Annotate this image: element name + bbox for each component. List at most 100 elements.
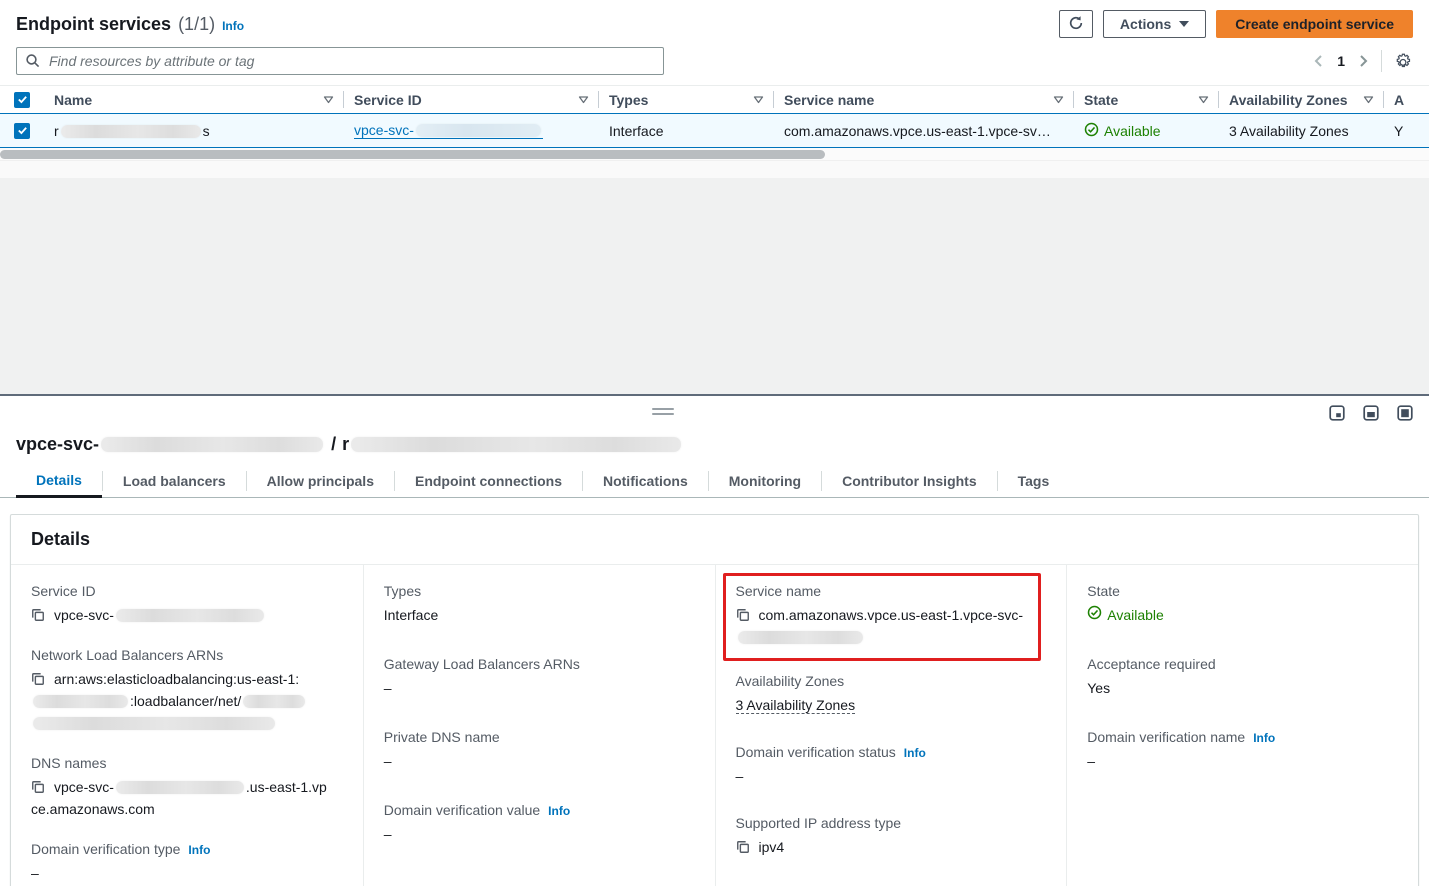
sort-icon[interactable] bbox=[1053, 94, 1064, 105]
row-checkbox[interactable] bbox=[14, 123, 30, 139]
column-header-availability-zones[interactable]: Availability Zones bbox=[1219, 86, 1384, 113]
details-column-1: Service ID vpce-svc- Network Load Balanc… bbox=[11, 565, 363, 886]
cell-name: rs bbox=[44, 123, 344, 139]
tab-load-balancers[interactable]: Load balancers bbox=[103, 465, 246, 497]
cell-availability-zones: 3 Availability Zones bbox=[1219, 123, 1384, 139]
field-domain-verification-name: Domain verification name Info – bbox=[1087, 729, 1398, 772]
split-panel-toolbar bbox=[0, 396, 1429, 434]
info-link[interactable]: Info bbox=[548, 804, 570, 818]
sort-icon[interactable] bbox=[1198, 94, 1209, 105]
search-input[interactable] bbox=[16, 47, 664, 75]
cell-acceptance-clipped: Y bbox=[1384, 123, 1429, 139]
field-label: Domain verification name bbox=[1087, 729, 1245, 745]
table-row[interactable]: rs vpce-svc- Interface com.amazonaws.vpc… bbox=[0, 113, 1429, 148]
column-header-types[interactable]: Types bbox=[599, 86, 774, 113]
create-label: Create endpoint service bbox=[1235, 16, 1394, 32]
tab-details[interactable]: Details bbox=[16, 465, 102, 498]
field-label: DNS names bbox=[31, 755, 106, 771]
field-label: Domain verification value bbox=[384, 802, 540, 818]
copy-icon[interactable] bbox=[736, 608, 750, 622]
field-label: Gateway Load Balancers ARNs bbox=[384, 656, 580, 672]
availability-zones-popover[interactable]: 3 Availability Zones bbox=[1229, 123, 1349, 139]
page-number[interactable]: 1 bbox=[1337, 53, 1345, 69]
redacted-text bbox=[351, 437, 681, 452]
sort-icon[interactable] bbox=[1363, 94, 1374, 105]
column-header-service-id[interactable]: Service ID bbox=[344, 86, 599, 113]
service-name-highlight-box: Service name com.amazonaws.vpce.us-east-… bbox=[723, 573, 1041, 661]
select-all-checkbox[interactable] bbox=[14, 92, 30, 108]
split-panel: vpce-svc-/r Details Load balancers Allow… bbox=[0, 394, 1429, 886]
previous-page-icon[interactable] bbox=[1313, 54, 1325, 68]
endpoint-services-section: Endpoint services (1/1) Info Actions Cre… bbox=[0, 0, 1429, 394]
table-footer-strip bbox=[0, 160, 1429, 178]
redacted-text bbox=[116, 609, 264, 622]
field-label: Private DNS name bbox=[384, 729, 500, 745]
field-label: Network Load Balancers ARNs bbox=[31, 647, 223, 663]
actions-button[interactable]: Actions bbox=[1103, 10, 1206, 38]
redacted-text bbox=[116, 781, 244, 794]
cell-state: Available bbox=[1074, 122, 1219, 140]
info-link[interactable]: Info bbox=[1253, 731, 1275, 745]
redacted-text bbox=[738, 631, 863, 644]
tab-endpoint-connections[interactable]: Endpoint connections bbox=[395, 465, 582, 497]
cell-service-name: com.amazonaws.vpce.us-east-1.vpce-sv… bbox=[774, 123, 1074, 139]
cell-types: Interface bbox=[599, 123, 774, 139]
field-label: Domain verification type bbox=[31, 841, 180, 857]
redacted-text bbox=[416, 124, 541, 137]
field-domain-verification-type: Domain verification type Info – bbox=[31, 841, 343, 884]
tab-tags[interactable]: Tags bbox=[998, 465, 1070, 497]
sort-icon[interactable] bbox=[753, 94, 764, 105]
field-state: State Available bbox=[1087, 583, 1398, 626]
horizontal-scrollbar-thumb[interactable] bbox=[0, 150, 825, 159]
search-icon bbox=[25, 53, 41, 74]
page-count: (1/1) bbox=[178, 14, 215, 35]
field-types: Types Interface bbox=[384, 583, 695, 626]
horizontal-scrollbar-track[interactable] bbox=[0, 148, 1429, 160]
page-header: Endpoint services (1/1) Info Actions Cre… bbox=[0, 0, 1429, 45]
field-gateway-load-balancers-arns: Gateway Load Balancers ARNs – bbox=[384, 656, 695, 699]
content-background bbox=[0, 178, 1429, 394]
table-toolbar: 1 bbox=[0, 45, 1429, 85]
field-domain-verification-value: Domain verification value Info – bbox=[384, 802, 695, 845]
tab-contributor-insights[interactable]: Contributor Insights bbox=[822, 465, 997, 497]
details-column-3: Service name com.amazonaws.vpce.us-east-… bbox=[715, 565, 1067, 886]
field-supported-ip-address-type: Supported IP address type ipv4 bbox=[736, 815, 1047, 858]
service-id-link[interactable]: vpce-svc- bbox=[354, 122, 543, 139]
column-header-service-name[interactable]: Service name bbox=[774, 86, 1074, 113]
tab-monitoring[interactable]: Monitoring bbox=[709, 465, 821, 497]
toolbar-divider bbox=[1381, 50, 1382, 72]
panel-size-medium-icon[interactable] bbox=[1363, 405, 1379, 426]
field-label: Types bbox=[384, 583, 421, 599]
sort-icon[interactable] bbox=[578, 94, 589, 105]
panel-size-large-icon[interactable] bbox=[1397, 405, 1413, 426]
copy-icon[interactable] bbox=[736, 840, 750, 854]
info-link[interactable]: Info bbox=[188, 843, 210, 857]
tab-notifications[interactable]: Notifications bbox=[583, 465, 708, 497]
split-panel-drag-handle[interactable] bbox=[652, 408, 674, 418]
refresh-button[interactable] bbox=[1059, 10, 1093, 38]
details-card-heading: Details bbox=[11, 515, 1418, 565]
sort-icon[interactable] bbox=[323, 94, 334, 105]
column-header-acceptance-clipped[interactable]: A bbox=[1384, 86, 1429, 113]
split-panel-title: vpce-svc-/r bbox=[0, 434, 1429, 455]
column-header-state[interactable]: State bbox=[1074, 86, 1219, 113]
panel-size-small-icon[interactable] bbox=[1329, 405, 1345, 426]
info-link[interactable]: Info bbox=[904, 746, 926, 760]
redacted-text bbox=[243, 695, 305, 708]
field-label: Service name bbox=[736, 583, 822, 599]
copy-icon[interactable] bbox=[31, 672, 45, 686]
copy-icon[interactable] bbox=[31, 780, 45, 794]
copy-icon[interactable] bbox=[31, 608, 45, 622]
field-label: Availability Zones bbox=[736, 673, 845, 689]
column-header-name[interactable]: Name bbox=[44, 86, 344, 113]
tab-allow-principals[interactable]: Allow principals bbox=[247, 465, 394, 497]
preferences-gear-icon[interactable] bbox=[1394, 52, 1413, 71]
availability-zones-popover[interactable]: 3 Availability Zones bbox=[736, 697, 856, 714]
page-title: Endpoint services bbox=[16, 14, 171, 35]
create-endpoint-service-button[interactable]: Create endpoint service bbox=[1216, 10, 1413, 38]
field-label: Service ID bbox=[31, 583, 96, 599]
next-page-icon[interactable] bbox=[1357, 54, 1369, 68]
field-dns-names: DNS names vpce-svc-.us-east-1.vpce.amazo… bbox=[31, 755, 343, 820]
table-header-row: Name Service ID Types Service name State… bbox=[0, 85, 1429, 113]
info-link[interactable]: Info bbox=[222, 19, 244, 33]
